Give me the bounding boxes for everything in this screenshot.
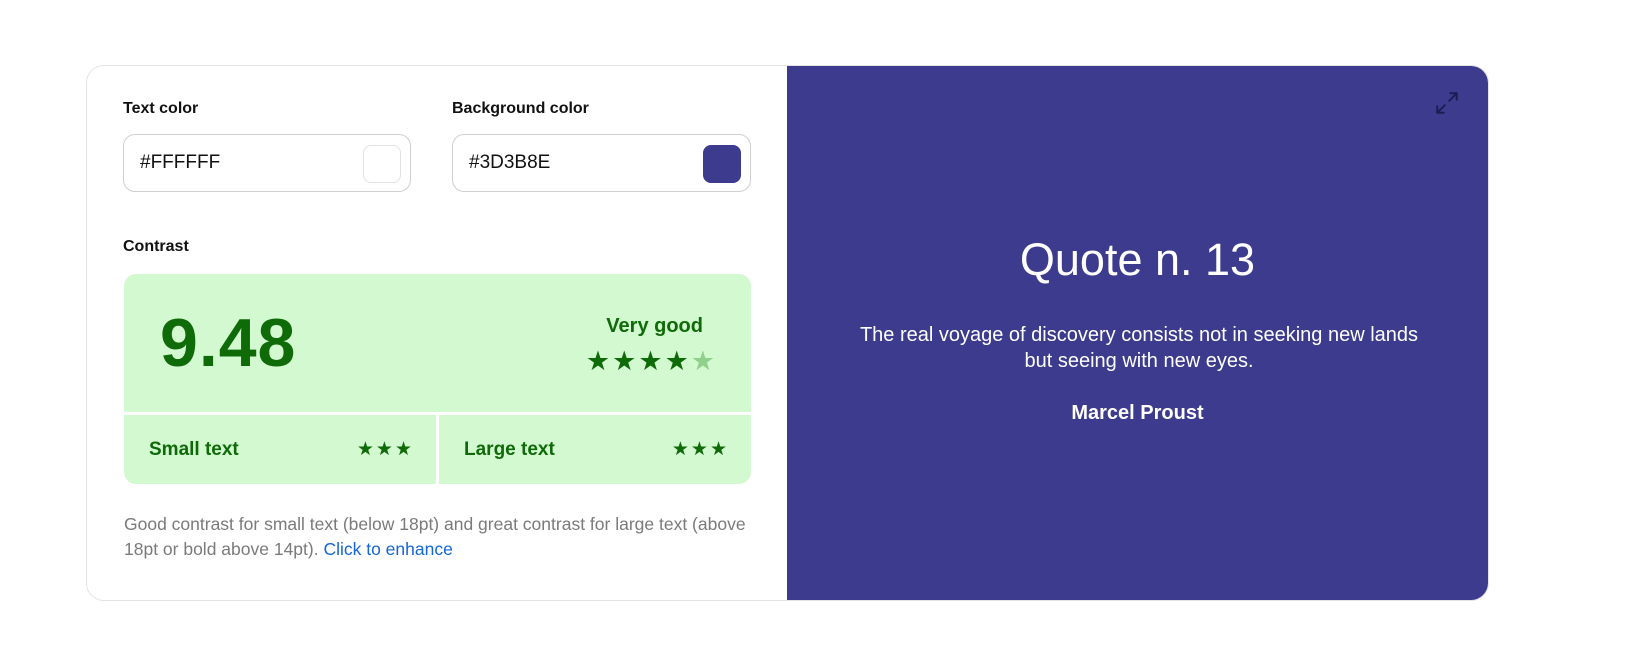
star-icon: ★: [612, 346, 637, 376]
text-color-label: Text color: [123, 100, 199, 117]
star-icon: ★: [394, 439, 412, 460]
small-text-label: Small text: [149, 438, 239, 460]
contrast-checker-card: Text color #FFFFFF Background color #3D3…: [86, 65, 1489, 601]
star-icon: ★: [690, 346, 715, 376]
text-size-results: Small text ★ ★ ★ Large text ★ ★ ★: [124, 412, 751, 484]
enhance-link[interactable]: Click to enhance: [323, 539, 452, 559]
small-text-stars: ★ ★ ★: [357, 440, 412, 459]
star-icon: ★: [356, 439, 374, 460]
expand-arrows-icon[interactable]: [1434, 90, 1460, 116]
large-text-stars: ★ ★ ★: [672, 440, 727, 459]
preview-panel: Quote n. 13 The real voyage of discovery…: [787, 66, 1488, 600]
text-color-value: #FFFFFF: [140, 152, 221, 173]
background-color-input[interactable]: #3D3B8E: [452, 134, 751, 192]
contrast-result-panel: 9.48 Very good ★ ★ ★ ★ ★ Small text ★ ★ ★ Larg…: [124, 274, 751, 484]
contrast-rating: Very good: [606, 315, 703, 337]
star-icon: ★: [671, 439, 689, 460]
star-icon: ★: [375, 439, 393, 460]
small-text-result: Small text ★ ★ ★: [124, 415, 436, 484]
star-icon: ★: [638, 346, 663, 376]
contrast-description: Good contrast for small text (below 18pt…: [124, 512, 754, 562]
star-icon: ★: [690, 439, 708, 460]
quote-author: Marcel Proust: [1071, 402, 1204, 424]
quote-text: The real voyage of discovery consists no…: [859, 324, 1419, 372]
large-text-label: Large text: [464, 438, 555, 460]
text-color-input[interactable]: #FFFFFF: [123, 134, 411, 192]
star-icon: ★: [664, 346, 689, 376]
star-icon: ★: [709, 439, 727, 460]
star-icon: ★: [585, 346, 611, 376]
background-color-value: #3D3B8E: [469, 152, 551, 173]
background-color-swatch[interactable]: [703, 145, 741, 183]
controls-panel: Text color #FFFFFF Background color #3D3…: [87, 66, 787, 600]
contrast-label: Contrast: [123, 238, 189, 255]
quote-title: Quote n. 13: [1019, 234, 1256, 285]
text-color-swatch[interactable]: [363, 145, 401, 183]
rating-stars: ★ ★ ★ ★ ★: [586, 348, 715, 375]
background-color-label: Background color: [452, 100, 589, 117]
contrast-ratio: 9.48: [160, 305, 297, 381]
large-text-result: Large text ★ ★ ★: [436, 415, 751, 484]
